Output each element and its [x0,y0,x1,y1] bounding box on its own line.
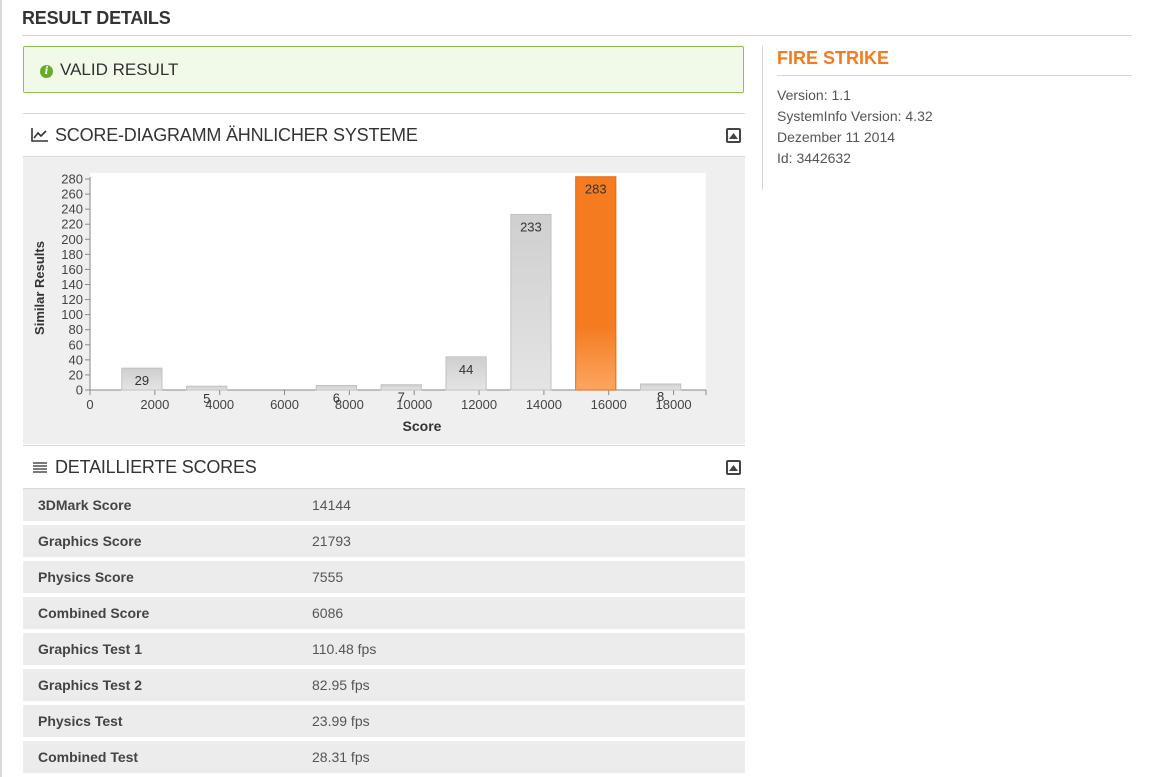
score-value: 110.48 fps [312,641,377,657]
score-row: Graphics Score 21793 [23,525,745,557]
x-tick-label: 0 [86,397,93,412]
score-value: 21793 [312,533,351,549]
score-value: 7555 [312,569,344,585]
score-label: 3DMark Score [38,497,132,513]
x-tick-label: 6000 [270,397,299,412]
y-tick-label: 200 [61,232,83,247]
benchmark-title: FIRE STRIKE [777,48,890,68]
bar-value-label: 44 [459,362,473,377]
score-value: 6086 [312,605,344,621]
title-divider [22,35,1132,36]
sidebar-title-divider [777,75,1132,76]
bar [186,385,228,391]
date-text: Dezember 11 2014 [777,129,896,145]
valid-result-banner: i VALID RESULT [23,46,744,93]
collapse-scores-button[interactable] [726,460,741,475]
x-axis-title: Score [403,418,442,434]
score-row: 3DMark Score 14144 [23,489,745,521]
benchmark-info: Version: 1.1 SystemInfo Version: 4.32 De… [777,85,933,169]
chart-section-header: SCORE-DIAGRAMM ÄHNLICHER SYSTEME [23,113,745,157]
y-tick-label: 220 [61,217,83,232]
score-row: Physics Score 7555 [23,561,745,593]
bar-value-label: 233 [520,219,542,234]
score-value: 28.31 fps [312,749,370,765]
y-tick-label: 160 [61,262,83,277]
score-row: Physics Test 23.99 fps [23,705,745,737]
bar-value-label: 8 [657,389,664,404]
bar-value-label: 29 [135,373,149,388]
y-tick-label: 280 [61,172,83,187]
x-tick-label: 14000 [526,397,562,412]
scores-section-title: DETAILLIERTE SCORES [55,456,257,477]
bar-value-label: 6 [333,390,340,405]
score-label: Graphics Test 2 [38,677,143,693]
y-tick-label: 60 [69,337,83,352]
info-icon: i [40,64,53,78]
bar-highlight [575,176,617,391]
y-tick-label: 120 [61,292,83,307]
y-tick-label: 140 [61,277,83,292]
valid-result-label: VALID RESULT [60,59,179,79]
y-tick-label: 180 [61,247,83,262]
score-label: Graphics Score [38,533,142,549]
bar-value-label: 283 [585,182,607,197]
score-label: Combined Score [38,605,150,621]
x-tick-label: 16000 [591,397,627,412]
y-tick-label: 40 [69,352,83,367]
scores-table: 3DMark Score 14144 Graphics Score 21793 Ph… [23,489,745,777]
score-histogram: 020406080100120140160180200220240260280 0… [32,172,707,434]
y-tick-label: 80 [69,322,83,337]
y-tick-label: 260 [61,187,83,202]
scores-section-header: DETAILLIERTE SCORES [23,445,745,489]
y-tick-label: 20 [69,367,83,382]
line-chart-icon [31,128,48,142]
chevron-up-icon [729,132,738,139]
chart-section-title: SCORE-DIAGRAMM ÄHNLICHER SYSTEME [55,124,418,145]
x-tick-label: 2000 [140,397,169,412]
score-label: Physics Score [38,569,134,585]
score-value: 23.99 fps [312,713,370,729]
chevron-up-icon [729,464,738,471]
collapse-chart-button[interactable] [726,128,741,143]
version-text: Version: 1.1 [777,87,851,103]
score-label: Graphics Test 1 [38,641,143,657]
score-row: Combined Test 28.31 fps [23,741,745,773]
score-label: Physics Test [38,713,123,729]
y-axis-title: Similar Results [32,241,47,335]
chart-panel: 0 20 40 60 80 100 120 140 160 180 200 220 240 260 280 0… [23,157,745,444]
y-tick-label: 100 [61,307,83,322]
sidebar-divider [762,46,763,190]
systeminfo-version-text: SystemInfo Version: 4.32 [777,108,933,124]
page-title: RESULT DETAILS [22,8,171,28]
bar-value-label: 7 [398,390,405,405]
y-tick-label: 240 [61,202,83,217]
bar [315,384,358,391]
result-id-text: Id: 3442632 [777,150,851,166]
y-tick-label: 0 [76,383,83,398]
score-label: Combined Test [38,749,139,765]
window-edge [0,0,2,777]
score-value: 82.95 fps [312,677,370,693]
score-row: Combined Score 6086 [23,597,745,629]
bar [510,213,552,391]
x-tick-label: 12000 [461,397,497,412]
score-value: 14144 [312,497,351,513]
score-row: Graphics Test 2 82.95 fps [23,669,745,701]
score-row: Graphics Test 1 110.48 fps [23,633,745,665]
list-icon [33,462,47,473]
bar-value-label: 5 [203,391,210,406]
